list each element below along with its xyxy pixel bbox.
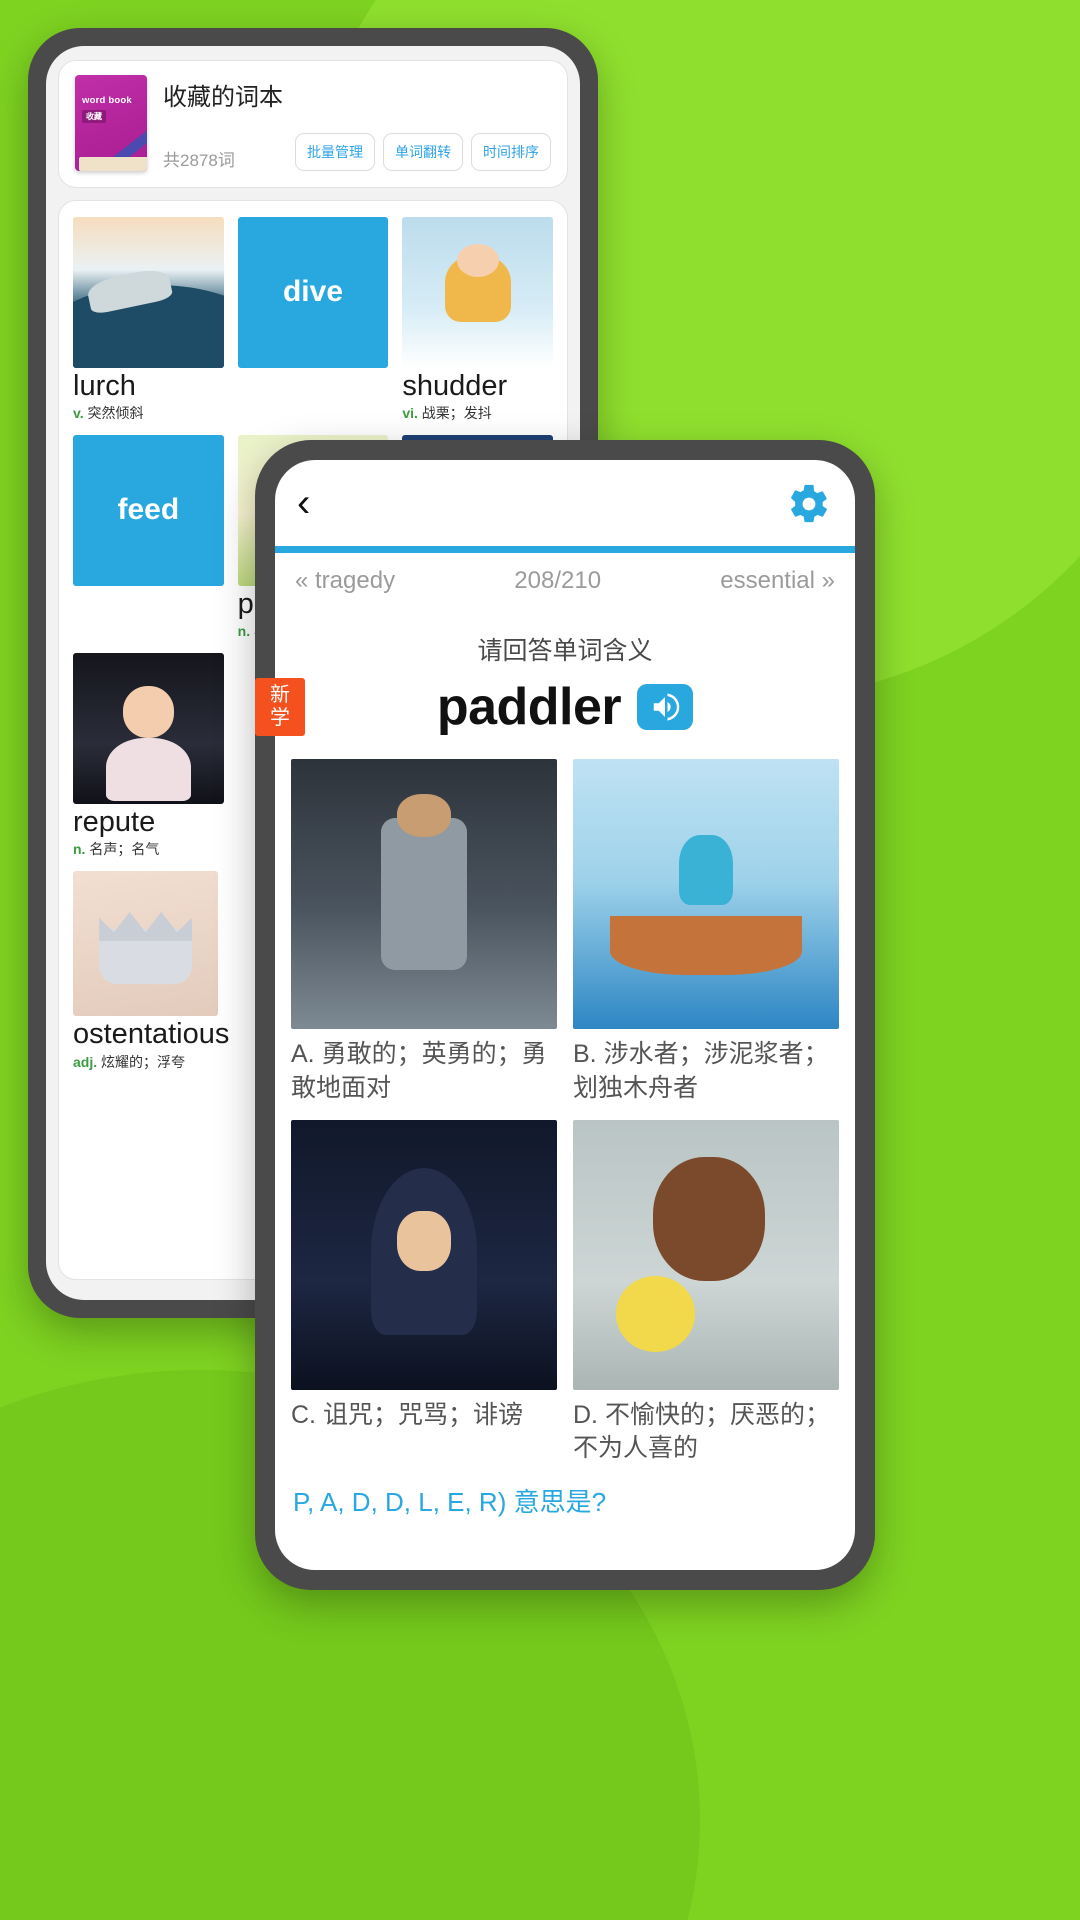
wordbook-title: 收藏的词本 [163,84,283,111]
word-pos: n. [73,841,86,858]
paddler-illustration [573,759,839,1029]
option-label: A. 勇敢的；英勇的；勇敢地面对 [291,1040,547,1102]
quiz-option-a[interactable]: A. 勇敢的；英勇的；勇敢地面对 [291,759,557,1106]
word-cell-lurch[interactable]: lurch v. 突然倾斜 [73,217,224,423]
quiz-counter: 208/210 [514,567,602,594]
quiz-option-c[interactable]: C. 诅咒；咒骂；诽谤 [291,1119,557,1467]
word-thumb: feed [73,435,224,586]
lemon-illustration [573,1119,839,1390]
time-sort-button[interactable]: 时间排序 [471,133,551,171]
quiz-topbar: ‹ [275,460,855,546]
quiz-word: paddler [436,678,622,736]
wordbook-count: 共2878词 [163,151,235,170]
quiz-navigation: « tragedy 208/210 essential » [275,553,855,605]
lady-illustration [73,653,224,804]
word-definition: vi. 战栗；发抖 [402,403,553,423]
word-flip-button[interactable]: 单词翻转 [383,133,463,171]
quiz-option-d[interactable]: D. 不愉快的；厌恶的；不为人喜的 [573,1119,839,1467]
quiz-hint: P, A, D, D, L, E, R) 意思是? [293,1487,607,1517]
cover-label-cn: 收藏 [82,110,106,123]
option-image [573,1119,839,1390]
speaker-icon[interactable] [637,684,694,730]
option-label: D. 不愉快的；厌恶的；不为人喜的 [573,1400,830,1463]
batch-manage-button[interactable]: 批量管理 [295,133,375,171]
next-word-link[interactable]: essential » [720,567,835,595]
word-pos: n. [237,623,251,640]
option-image [291,759,557,1029]
word-text: shudder [402,369,508,402]
quiz-option-b[interactable]: B. 涉水者；涉泥浆者；划独木舟者 [573,759,839,1106]
word-text: repute [73,805,156,838]
wordbook-cover-icon: word book 收藏 [75,75,147,171]
progress-bar [275,546,855,553]
option-label: C. 诅咒；咒骂；诽谤 [291,1400,523,1429]
word-meaning: 炫耀的；浮夸 [101,1053,186,1070]
word-pos: adj. [73,1053,98,1070]
word-definition: v. 突然倾斜 [73,403,224,423]
quiz-word-row: paddler [275,677,855,737]
snow-illustration [402,217,553,368]
wave-illustration [73,217,224,368]
prev-word-link[interactable]: « tragedy [295,567,395,595]
word-meaning: 战栗；发抖 [421,405,492,422]
word-pos: vi. [402,405,418,422]
word-text: lurch [73,369,136,402]
word-thumb [402,217,553,368]
option-image [573,759,839,1029]
word-pos: v. [73,405,84,422]
word-thumb [73,871,219,1017]
word-thumb [73,653,224,804]
word-meaning: 突然倾斜 [87,405,144,422]
option-image [291,1119,557,1390]
knight-illustration [291,759,557,1029]
wizard-illustration [291,1119,557,1390]
wordbook-actions: 批量管理 单词翻转 时间排序 [295,133,551,171]
word-definition: n. 名声；名气 [73,839,224,859]
wordbook-header-card: word book 收藏 收藏的词本 共2878词 批量管理 单词翻转 时间排序 [58,60,568,188]
word-thumb [73,217,224,368]
gear-icon[interactable] [787,482,831,526]
word-thumb-label: dive [282,275,343,309]
quiz-prompt: 请回答单词含义 [477,637,653,665]
word-meaning: 名声；名气 [89,841,160,858]
word-cell-repute[interactable]: repute n. 名声；名气 [73,653,224,859]
quiz-options: A. 勇敢的；英勇的；勇敢地面对 B. 涉水者；涉泥浆者；划独木舟者 C. 诅咒… [275,759,855,1480]
chevron-left-icon[interactable]: ‹ [297,483,310,523]
word-thumb: dive [237,217,389,368]
quiz-screen: ‹ « tragedy 208/210 essential » 请回答单词含义 … [275,460,855,1570]
word-cell-dive[interactable]: dive [237,217,389,423]
phone-quiz: ‹ « tragedy 208/210 essential » 请回答单词含义 … [255,440,875,1590]
word-cell-feed[interactable]: feed [73,435,224,641]
option-label: B. 涉水者；涉泥浆者；划独木舟者 [573,1040,829,1102]
word-cell-shudder[interactable]: shudder vi. 战栗；发抖 [402,217,553,423]
crown-illustration [73,871,219,1017]
new-study-badge: 新学 [255,678,305,736]
word-thumb-label: feed [117,493,180,527]
cover-pages [79,157,147,171]
cover-label-en: word book [82,95,132,106]
